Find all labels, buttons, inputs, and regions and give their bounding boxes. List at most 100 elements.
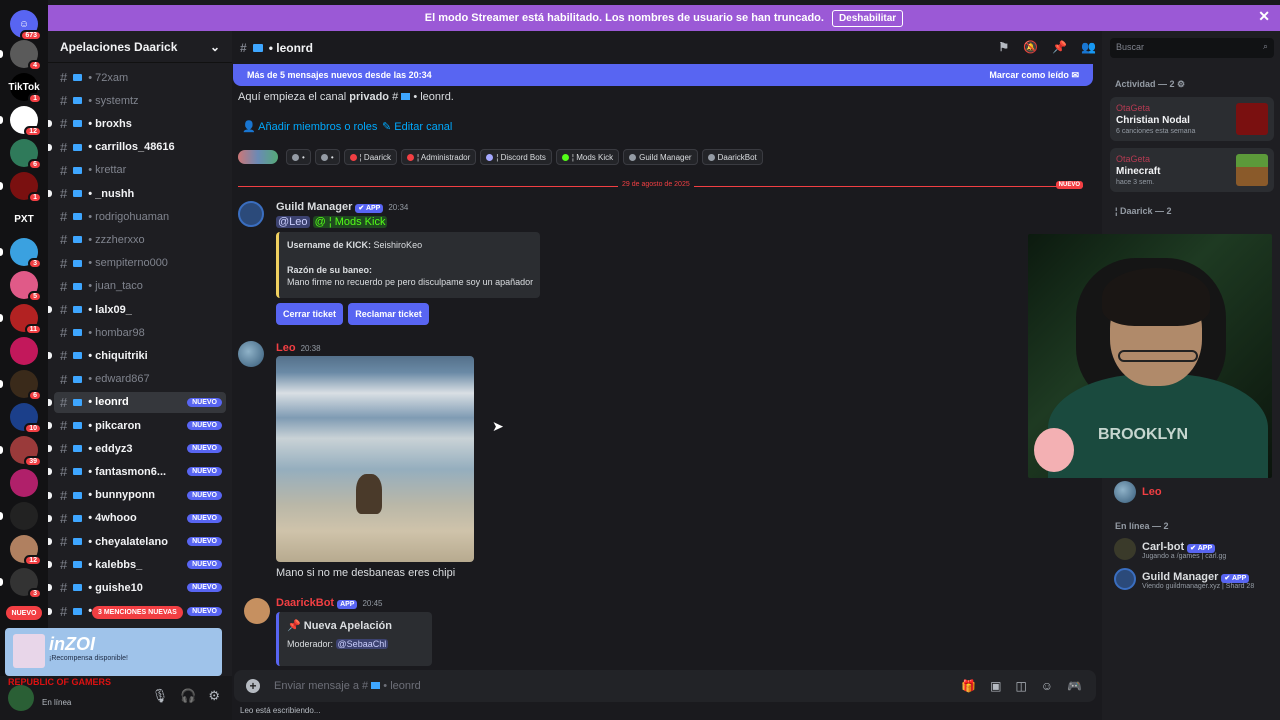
- composer-placeholder[interactable]: Enviar mensaje a # • leonrd: [274, 680, 421, 692]
- channel-item[interactable]: # • leonrd NUEVO: [48, 391, 226, 413]
- channel-item[interactable]: # • eddyz3 NUEVO: [48, 438, 226, 459]
- member-leo[interactable]: Leo: [1114, 481, 1162, 503]
- close-ticket-button[interactable]: Cerrar ticket: [276, 303, 343, 325]
- daarickbot-avatar[interactable]: [244, 598, 270, 624]
- beach-dog-image[interactable]: [276, 356, 474, 562]
- threads-icon[interactable]: ⚑: [998, 40, 1009, 54]
- flag-icon: [73, 282, 83, 290]
- microphone-icon[interactable]: 🎙: [152, 688, 169, 704]
- channel-name: • 4whooo: [88, 512, 137, 525]
- msg2-author[interactable]: Leo: [276, 342, 296, 354]
- channel-item[interactable]: # • cheyalatelano NUEVO: [48, 531, 226, 552]
- flag-icon: [73, 538, 83, 545]
- channel-item[interactable]: # • hombar98: [54, 322, 226, 343]
- channel-item[interactable]: # • rodrigohuaman: [54, 206, 226, 227]
- channel-item[interactable]: # • zzzherxxo: [54, 229, 226, 250]
- role-chip[interactable]: DaarickBot: [701, 149, 763, 165]
- server-icon[interactable]: 5: [10, 271, 42, 302]
- channel-item[interactable]: # • chiquitriki: [48, 345, 226, 366]
- new-mentions-badge[interactable]: 3 MENCIONES NUEVAS: [92, 606, 183, 619]
- channel-item[interactable]: # • fantasmon6... NUEVO: [48, 461, 226, 482]
- edit-channel-link[interactable]: ✎ Editar canal: [382, 120, 452, 133]
- server-header[interactable]: Apelaciones Daarick ⌄: [48, 31, 232, 63]
- server-icon[interactable]: 10: [10, 403, 42, 434]
- server-icon[interactable]: 4: [10, 40, 42, 71]
- server-icon[interactable]: 11: [10, 304, 42, 335]
- plus-icon[interactable]: +: [246, 679, 260, 693]
- server-icon[interactable]: 1: [10, 172, 42, 203]
- channel-item[interactable]: # • krettar: [54, 160, 226, 181]
- channel-item[interactable]: # • _nushh: [48, 183, 226, 204]
- server-icon[interactable]: TikTok 1: [8, 73, 42, 104]
- gif-icon[interactable]: ▣: [990, 679, 1001, 693]
- role-chip[interactable]: ¦ Discord Bots: [480, 149, 552, 165]
- server-icon[interactable]: [10, 337, 38, 365]
- server-icon[interactable]: 6: [10, 139, 42, 170]
- member-carlbot[interactable]: Carl-bot ✔ APP Jugando a /games | carl.gg: [1114, 538, 1226, 560]
- mark-read-icon: ✉: [1071, 69, 1079, 80]
- server-icon[interactable]: 12: [10, 106, 42, 137]
- emoji-icon[interactable]: ☺: [1041, 679, 1053, 693]
- server-icon[interactable]: [10, 502, 38, 530]
- pin-icon[interactable]: 📌: [1052, 40, 1067, 54]
- inzoi-promo[interactable]: inZOI ¡Recompensa disponible!: [5, 628, 222, 676]
- msg1-author[interactable]: Guild Manager: [276, 201, 352, 213]
- add-members-link[interactable]: 👤 Añadir miembros o roles: [242, 120, 377, 133]
- avatar[interactable]: [8, 685, 34, 711]
- search-input[interactable]: Buscar ⌕: [1110, 38, 1274, 58]
- leo-avatar[interactable]: [238, 341, 264, 367]
- activity-card-game[interactable]: OtaGeta Minecraft hace 3 sem.: [1110, 148, 1274, 192]
- hash-icon: #: [60, 441, 68, 457]
- activity-card-music[interactable]: OtaGeta Christian Nodal 6 canciones esta…: [1110, 97, 1274, 141]
- server-icon[interactable]: 3: [10, 568, 42, 599]
- hash-icon: #: [60, 278, 68, 294]
- discord-home-icon[interactable]: ☺ 673: [10, 10, 42, 41]
- member-guildmanager[interactable]: Guild Manager ✔ APP Viendo guildmanager.xy…: [1114, 568, 1254, 590]
- role-chip[interactable]: ¦ Administrador: [401, 149, 477, 165]
- gift-icon[interactable]: 🎁: [961, 679, 976, 693]
- channel-item[interactable]: # • edward867: [54, 369, 226, 390]
- channel-item[interactable]: # • lalx09_: [48, 299, 226, 320]
- channel-item[interactable]: # • pikcaron NUEVO: [48, 415, 226, 436]
- role-chip[interactable]: ¦ Mods Kick: [555, 149, 620, 165]
- members-icon[interactable]: 👥: [1081, 40, 1096, 54]
- headphones-icon[interactable]: 🎧: [180, 688, 196, 704]
- gear-icon[interactable]: ⚙: [208, 688, 220, 704]
- server-icon[interactable]: 12: [10, 535, 42, 566]
- flag-icon: [73, 491, 83, 499]
- mention-role[interactable]: @ ¦ Mods Kick: [312, 216, 388, 228]
- server-icon[interactable]: 39: [10, 436, 42, 467]
- channel-item[interactable]: # • juan_taco: [54, 276, 226, 297]
- server-icon[interactable]: 3: [10, 238, 42, 269]
- mark-read-button[interactable]: Marcar como leído ✉: [989, 70, 1079, 81]
- channel-item[interactable]: # • carrillos_48616: [48, 137, 226, 158]
- message-composer[interactable]: + Enviar mensaje a # • leonrd 🎁 ▣ ◫ ☺ 🎮: [234, 670, 1096, 702]
- channel-item[interactable]: # • 4whooo NUEVO: [48, 508, 226, 529]
- disable-streamer-button[interactable]: Deshabilitar: [831, 9, 904, 27]
- channel-item[interactable]: # • guishe10 NUEVO: [48, 577, 226, 598]
- new-servers-badge[interactable]: NUEVO: [6, 606, 42, 620]
- role-chip[interactable]: Guild Manager: [623, 149, 698, 165]
- apps-icon[interactable]: 🎮: [1067, 679, 1082, 693]
- role-chip[interactable]: •: [286, 149, 311, 165]
- mute-icon[interactable]: 🔕: [1023, 40, 1038, 54]
- sticker-icon[interactable]: ◫: [1015, 679, 1026, 693]
- channel-item[interactable]: # • 72xam: [54, 67, 226, 88]
- server-icon[interactable]: 6: [10, 370, 42, 401]
- server-icon[interactable]: PXT: [10, 205, 38, 233]
- claim-ticket-button[interactable]: Reclamar ticket: [348, 303, 429, 325]
- guild-manager-avatar[interactable]: [238, 201, 264, 227]
- channel-item[interactable]: # • sempiterno000: [54, 253, 226, 274]
- role-chip[interactable]: •: [314, 149, 340, 165]
- server-icon[interactable]: [10, 469, 38, 497]
- channel-item[interactable]: # • bunnyponn NUEVO: [48, 485, 226, 506]
- channel-item[interactable]: # • kalebbs_ NUEVO: [48, 554, 226, 575]
- new-messages-bar[interactable]: Más de 5 mensajes nuevos desde las 20:34…: [233, 64, 1093, 86]
- mention-user[interactable]: @Leo: [276, 216, 310, 228]
- close-icon[interactable]: ✕: [1258, 8, 1270, 25]
- channel-item[interactable]: # • systemtz: [54, 90, 226, 111]
- msg3-author[interactable]: DaarickBot: [276, 597, 334, 609]
- role-chip[interactable]: ¦ Daarick: [343, 149, 398, 165]
- channel-item[interactable]: # • broxhs: [48, 113, 226, 134]
- unread-pip: [0, 50, 3, 58]
